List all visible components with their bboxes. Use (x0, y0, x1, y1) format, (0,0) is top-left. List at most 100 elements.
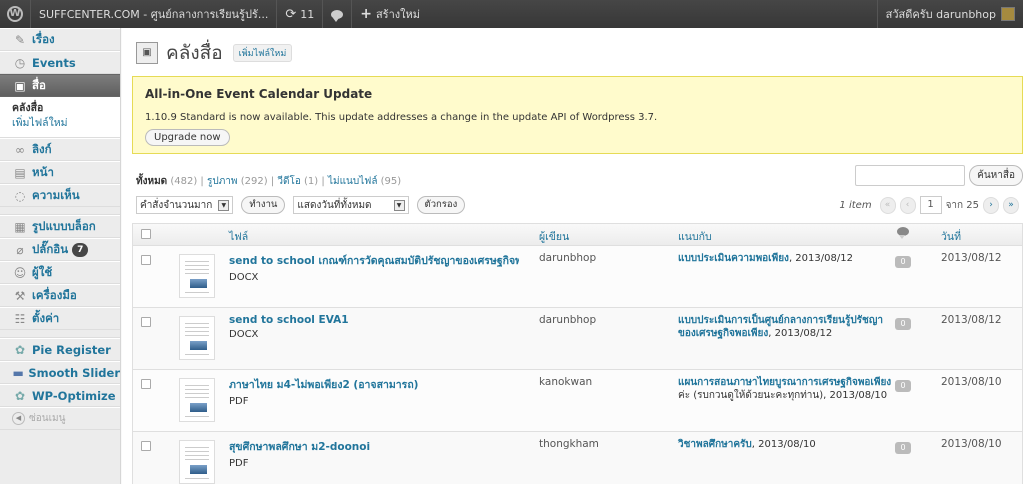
table-row: send to school เกณฑ์การวัดคุณสมบัติปรัชญ… (133, 246, 1022, 308)
menu-tools[interactable]: ⚒ เครื่องมือ (0, 284, 120, 307)
last-page-button[interactable]: » (1003, 196, 1019, 214)
wordpress-logo-icon[interactable]: W (0, 0, 30, 28)
updates-link[interactable]: ⟳ 11 (277, 0, 322, 28)
row-checkbox[interactable] (141, 441, 151, 451)
menu-events[interactable]: ◷ Events (0, 51, 120, 74)
plugin-update-badge: 7 (72, 242, 89, 257)
menu-links[interactable]: ∞ ลิงก์ (0, 138, 120, 161)
comment-count-badge[interactable]: 0 (895, 318, 911, 330)
menu-label: Smooth Slider (28, 365, 120, 380)
filter-button[interactable]: ตัวกรอง (416, 196, 466, 214)
submenu-add-new[interactable]: เพิ่มไฟล์ใหม่ (12, 116, 120, 131)
add-new-button[interactable]: เพิ่มไฟล์ใหม่ (232, 44, 293, 62)
comments-link[interactable] (323, 0, 351, 28)
submenu-library[interactable]: คลังสื่อ (12, 101, 120, 116)
document-thumbnail-icon[interactable] (179, 378, 215, 422)
filter-all[interactable]: ทั้งหมด (136, 176, 167, 187)
file-title-link[interactable]: ภาษาไทย ม4-ไม่พอเพียง2 (อาจสามารถ) (229, 376, 519, 393)
attached-post-link[interactable]: วิชาพลศึกษาครับ (678, 439, 752, 450)
document-thumbnail-icon[interactable] (179, 254, 215, 298)
current-page-input[interactable]: 1 (919, 196, 942, 214)
my-account-link[interactable]: สวัสดีครับ darunbhop (876, 0, 1023, 28)
filter-sep: | (321, 176, 325, 187)
col-author[interactable]: ผู้เขียน (539, 228, 569, 245)
search-input[interactable] (855, 165, 965, 186)
menu-smooth-slider[interactable]: ▬ Smooth Slider (0, 361, 120, 384)
admin-bar: W SUFFCENTER.COM - ศูนย์กลางการเรียนรู้ป… (0, 0, 1023, 28)
first-page-button[interactable]: « (879, 196, 896, 214)
menu-label: Pie Register (32, 342, 111, 357)
date-filter-select[interactable]: แสดงวันที่ทั้งหมด ▼ (293, 196, 409, 214)
menu-label: ผู้ใช้ (32, 264, 53, 279)
col-attached[interactable]: แนบกับ (678, 228, 712, 245)
comment-count-badge[interactable]: 0 (895, 380, 911, 392)
pie-icon: ✿ (14, 342, 26, 357)
filter-unattached[interactable]: ไม่แนบไฟล์ (328, 176, 378, 187)
menu-comments[interactable]: ◌ ความเห็น (0, 184, 120, 207)
notice-text: 1.10.9 Standard is now available. This u… (145, 112, 658, 123)
comment-bubble-icon[interactable] (897, 227, 909, 239)
search-media-button[interactable]: ค้นหาสื่อ (969, 165, 1023, 186)
filter-video[interactable]: วีดีโอ (277, 176, 301, 187)
updates-count: 11 (300, 7, 315, 21)
attached-to: แผนการสอนภาษาไทยบูรณาการเศรษฐกิจพอเพียง … (678, 376, 898, 402)
comment-count-badge[interactable]: 0 (895, 442, 911, 454)
row-checkbox[interactable] (141, 379, 151, 389)
file-title-link[interactable]: send to school EVA1 (229, 314, 519, 326)
menu-wp-optimize[interactable]: ✿ WP-Optimize (0, 384, 120, 407)
prev-page-button[interactable]: ‹ (899, 196, 916, 214)
menu-pages[interactable]: ▤ หน้า (0, 161, 120, 184)
chevron-down-icon: ▼ (218, 199, 230, 211)
next-page-button[interactable]: › (983, 196, 999, 214)
menu-media[interactable]: ▣ สื่อ (0, 74, 120, 97)
comment-count-badge[interactable]: 0 (895, 256, 911, 268)
menu-pie-register[interactable]: ✿ Pie Register (0, 338, 120, 361)
document-thumbnail-icon[interactable] (179, 316, 215, 360)
file-extension: PDF (229, 396, 249, 407)
menu-users[interactable]: ☺ ผู้ใช้ (0, 261, 120, 284)
file-title-link[interactable]: สุขศึกษาพลศึกษา ม2-doonoi (229, 438, 519, 455)
new-content-label: สร้างใหม่ (375, 8, 421, 21)
author-name: darunbhop (539, 314, 597, 326)
col-date[interactable]: วันที่ (941, 228, 961, 245)
upload-date: 2013/08/10 (941, 376, 1002, 388)
media-table: ไฟล์ ผู้เขียน แนบกับ วันที่ send to scho… (132, 223, 1023, 484)
table-header: ไฟล์ ผู้เขียน แนบกับ วันที่ (133, 224, 1022, 246)
new-content-link[interactable]: + สร้างใหม่ (352, 0, 428, 28)
page-title: คลังสื่อ (166, 42, 223, 64)
notice-title: All-in-One Event Calendar Update (145, 87, 373, 101)
site-title-link[interactable]: SUFFCENTER.COM - ศูนย์กลางการเรียนรู้ปรั… (31, 0, 276, 28)
document-thumbnail-icon[interactable] (179, 440, 215, 484)
row-checkbox[interactable] (141, 317, 151, 327)
bulk-actions-select[interactable]: คำสั่งจำนวนมาก ▼ (136, 196, 234, 214)
table-row: สุขศึกษาพลศึกษา ม2-doonoi PDF thongkham ว… (133, 432, 1022, 484)
author-name: darunbhop (539, 252, 597, 264)
menu-plugins[interactable]: ⌀ ปลั๊กอิน 7 (0, 238, 120, 261)
apply-button[interactable]: ทำงาน (241, 196, 286, 214)
plugin-icon: ⌀ (16, 242, 24, 257)
filter-image-count: (292) (240, 176, 268, 187)
menu-settings[interactable]: ☷ ตั้งค่า (0, 307, 120, 330)
date-filter-value: แสดงวันที่ทั้งหมด (297, 199, 372, 211)
table-actions: คำสั่งจำนวนมาก ▼ ทำงาน แสดงวันที่ทั้งหมด… (136, 196, 466, 214)
attached-to: แบบประเมินการเป็นศูนย์กลางการเรียนรู้ปรั… (678, 314, 898, 340)
menu-posts[interactable]: ✎ เรื่อง (0, 28, 120, 51)
select-all-checkbox[interactable] (141, 229, 151, 239)
file-title-link[interactable]: send to school เกณฑ์การวัดคุณสมบัติปรัชญ… (229, 252, 519, 269)
chevron-down-icon: ▼ (393, 199, 405, 211)
menu-appearance[interactable]: ▦ รูปแบบบล็อก (0, 215, 120, 238)
attached-post-link[interactable]: แผนการสอนภาษาไทยบูรณาการเศรษฐกิจพอเพียง (678, 377, 891, 388)
attached-date: , 2013/08/10 (751, 439, 816, 450)
col-file[interactable]: ไฟล์ (229, 228, 248, 245)
refresh-icon: ⟳ (285, 6, 297, 22)
menu-label: หน้า (32, 164, 54, 179)
calendar-icon: ◷ (14, 55, 26, 70)
settings-icon: ☷ (14, 311, 26, 326)
row-checkbox[interactable] (141, 255, 151, 265)
attached-post-link[interactable]: แบบประเมินความพอเพียง (678, 253, 789, 264)
collapse-menu[interactable]: ◀ ซ่อนเมนู (0, 407, 120, 430)
menu-label: ลิงก์ (32, 141, 52, 156)
total-pages: จาก 25 (945, 199, 979, 211)
filter-images[interactable]: รูปภาพ (207, 176, 238, 187)
upgrade-now-button[interactable]: Upgrade now (145, 129, 230, 146)
